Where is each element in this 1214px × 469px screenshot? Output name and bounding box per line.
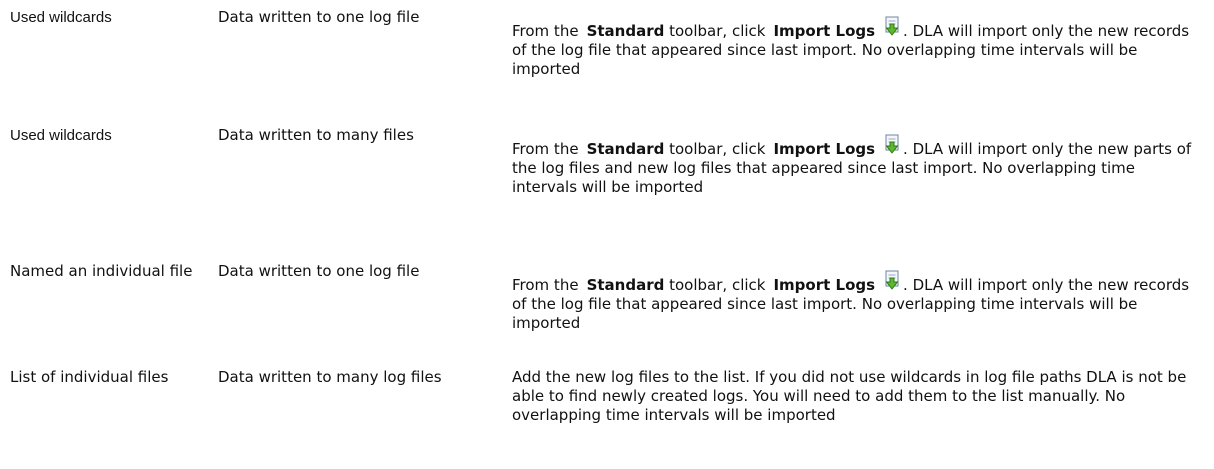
toolbar-name: Standard (586, 140, 665, 158)
table-cell-data: Data written to many files (218, 126, 414, 144)
import-logs-icon (885, 270, 899, 290)
table-cell-action: From the Standard toolbar, click Import Lo… (512, 16, 1202, 79)
table-cell-action: Add the new log files to the list. If yo… (512, 368, 1187, 424)
action-text: toolbar, click (669, 140, 766, 158)
table-cell-action: From the Standard toolbar, click Import Lo… (512, 270, 1202, 333)
action-text: From the (512, 140, 579, 158)
table-cell-source: Named an individual file (10, 262, 193, 280)
action-text: toolbar, click (669, 22, 766, 40)
table-cell-source: List of individual files (10, 368, 169, 386)
table-cell-data: Data written to many log files (218, 368, 442, 386)
action-text: From the (512, 22, 579, 40)
import-logs-icon (885, 16, 899, 36)
table-cell-data: Data written to one log file (218, 262, 420, 280)
table-cell-source: Used wildcards (10, 9, 112, 26)
button-name: Import Logs (773, 22, 876, 40)
table-cell-action: From the Standard toolbar, click Import Lo… (512, 134, 1202, 197)
table-cell-data: Data written to one log file (218, 8, 420, 26)
toolbar-name: Standard (586, 276, 665, 294)
button-name: Import Logs (773, 140, 876, 158)
action-text: From the (512, 276, 579, 294)
toolbar-name: Standard (586, 22, 665, 40)
action-text: toolbar, click (669, 276, 766, 294)
import-logs-icon (885, 134, 899, 154)
document-table: Used wildcards Data written to one log f… (0, 0, 1214, 469)
button-name: Import Logs (773, 276, 876, 294)
table-cell-source: Used wildcards (10, 127, 112, 144)
